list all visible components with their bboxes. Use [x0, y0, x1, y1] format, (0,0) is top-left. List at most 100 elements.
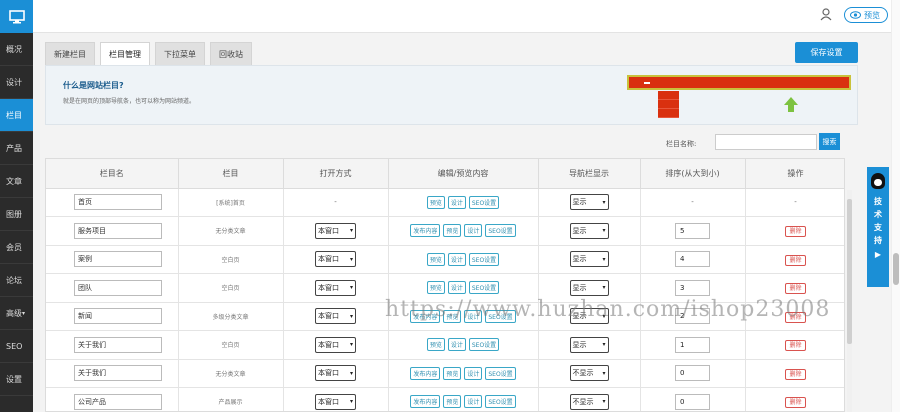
delete-button[interactable]: 删除 — [785, 368, 806, 380]
column-name-input[interactable]: 关于我们 — [74, 365, 162, 382]
action-button[interactable]: SEO设置 — [468, 338, 500, 352]
open-mode-select[interactable]: 本窗口 ▾ — [315, 393, 356, 410]
nav-display-select[interactable]: 显示 ▾ — [569, 279, 609, 296]
open-mode-select[interactable]: 本窗口 ▾ — [315, 251, 356, 268]
open-mode-select[interactable]: 本窗口 ▾ — [315, 336, 356, 353]
action-button[interactable]: 设计 — [447, 195, 466, 209]
action-buttons: 发布内容 预览 设计 SEO设置 — [389, 395, 538, 409]
chevron-down-icon: ▾ — [349, 227, 353, 235]
cell-open: 本窗口 ▾ — [283, 359, 389, 388]
cell-name: 公司产品 — [46, 387, 179, 411]
nav-display-select[interactable]: 不显示 ▾ — [569, 393, 609, 410]
action-button[interactable]: 预览 — [443, 395, 462, 409]
sidebar-item[interactable]: 栏目 — [0, 99, 33, 132]
column-name-input[interactable]: 关于我们 — [74, 336, 162, 353]
action-button[interactable]: 设计 — [447, 281, 466, 295]
tab[interactable]: 新建栏目 — [45, 42, 95, 65]
cell-order: 4 — [640, 245, 746, 274]
action-button[interactable]: SEO设置 — [485, 224, 516, 238]
open-mode-select[interactable]: 本窗口 ▾ — [315, 308, 356, 325]
search-input[interactable] — [715, 134, 817, 150]
delete-button[interactable]: 删除 — [785, 397, 806, 409]
open-mode-select[interactable]: 本窗口 ▾ — [315, 365, 356, 382]
action-button[interactable]: SEO设置 — [485, 395, 516, 409]
delete-button[interactable]: 删除 — [785, 340, 806, 352]
save-button[interactable]: 保存设置 — [795, 42, 858, 63]
order-input[interactable]: 1 — [675, 336, 710, 353]
nav-display-select[interactable]: 显示 ▾ — [569, 194, 609, 211]
action-button[interactable]: 发布内容 — [410, 395, 441, 409]
cell-actions: 发布内容 预览 设计 SEO设置 — [388, 387, 539, 411]
action-button[interactable]: SEO设置 — [485, 366, 516, 380]
column-name-input[interactable]: 案例 — [74, 251, 162, 268]
nav-display-select[interactable]: 显示 ▾ — [569, 251, 609, 268]
sidebar-item[interactable]: 产品 — [0, 132, 33, 165]
sidebar-item-label: 高级 — [6, 308, 22, 318]
monitor-icon[interactable] — [0, 0, 33, 33]
action-button[interactable]: 预览 — [443, 224, 462, 238]
column-name-input[interactable]: 公司产品 — [74, 393, 162, 410]
column-name-input[interactable]: 新闻 — [74, 308, 162, 325]
sidebar-item[interactable]: 文章 — [0, 165, 33, 198]
action-button[interactable]: 预览 — [426, 195, 445, 209]
sidebar-item[interactable]: SEO — [0, 330, 33, 363]
sidebar-item[interactable]: 设计 — [0, 66, 33, 99]
cell-name: 团队 — [46, 273, 179, 303]
nav-display-value: 不显示 — [572, 397, 594, 406]
page-scrollbar-thumb[interactable] — [893, 253, 899, 285]
delete-button[interactable]: 删除 — [785, 254, 806, 266]
action-button[interactable]: SEO设置 — [468, 195, 500, 209]
action-button[interactable]: 预览 — [443, 366, 462, 380]
order-input[interactable]: 0 — [675, 393, 710, 410]
nav-display-select[interactable]: 显示 ▾ — [569, 336, 609, 353]
cell-op: 删除 — [745, 387, 844, 411]
delete-button[interactable]: 删除 — [785, 283, 806, 295]
tab[interactable]: 栏目管理 — [100, 42, 150, 66]
action-button[interactable]: 设计 — [464, 224, 483, 238]
nav-display-select[interactable]: 不显示 ▾ — [569, 365, 609, 382]
search-button[interactable]: 搜索 — [819, 133, 840, 150]
sidebar-item[interactable]: 会员 — [0, 231, 33, 264]
order-input[interactable]: 3 — [675, 279, 710, 296]
action-button[interactable]: SEO设置 — [468, 281, 500, 295]
sidebar-item[interactable]: 设置 — [0, 363, 33, 396]
order-input[interactable]: 4 — [675, 251, 710, 268]
open-mode-select[interactable]: 本窗口 ▾ — [315, 222, 356, 239]
order-input[interactable]: 0 — [675, 365, 710, 382]
page-scrollbar[interactable] — [891, 0, 900, 412]
cell-open: 本窗口 ▾ — [283, 387, 389, 411]
action-button[interactable]: 发布内容 — [410, 224, 441, 238]
action-button[interactable]: SEO设置 — [468, 252, 500, 266]
table-scrollbar-thumb[interactable] — [847, 199, 852, 344]
preview-button[interactable]: 预览 — [844, 7, 888, 23]
column-name-input[interactable]: 服务项目 — [74, 222, 162, 239]
sidebar-item[interactable]: 高级 ▾ — [0, 297, 33, 330]
action-button[interactable]: 设计 — [447, 338, 466, 352]
nav-display-select[interactable]: 显示 ▾ — [569, 222, 609, 239]
action-button[interactable]: 预览 — [426, 281, 445, 295]
action-button[interactable]: 设计 — [447, 252, 466, 266]
order-input[interactable]: 5 — [675, 222, 710, 239]
column-name-input[interactable]: 首页 — [74, 194, 162, 211]
sidebar-item[interactable]: 图册 — [0, 198, 33, 231]
action-buttons: 发布内容 预览 设计 SEO设置 — [389, 366, 538, 380]
action-button[interactable]: 预览 — [426, 252, 445, 266]
delete-button[interactable]: 删除 — [785, 226, 806, 238]
cell-type: 空白页 — [178, 273, 284, 303]
open-mode-select[interactable]: 本窗口 ▾ — [315, 279, 356, 296]
action-button[interactable]: 设计 — [464, 366, 483, 380]
tech-support-widget[interactable]: 技术支持 ▶ — [867, 167, 889, 287]
tab[interactable]: 下拉菜单 — [155, 42, 205, 65]
watermark: https://www.huzhan.com/ishop23008 — [385, 297, 831, 322]
column-name-input[interactable]: 团队 — [74, 279, 162, 296]
sidebar-item[interactable]: 论坛 — [0, 264, 33, 297]
action-button[interactable]: 预览 — [426, 338, 445, 352]
action-button[interactable]: 发布内容 — [410, 366, 441, 380]
tab[interactable]: 回收站 — [210, 42, 252, 65]
cell-name: 首页 — [46, 188, 179, 217]
sidebar-item[interactable]: 概况 — [0, 33, 33, 66]
user-icon[interactable] — [820, 8, 832, 23]
action-button[interactable]: 设计 — [464, 395, 483, 409]
nav-display-value: 显示 — [572, 198, 587, 207]
info-answer: 就是在网页的顶部导航条，也可以称为网站频道。 — [63, 98, 196, 105]
